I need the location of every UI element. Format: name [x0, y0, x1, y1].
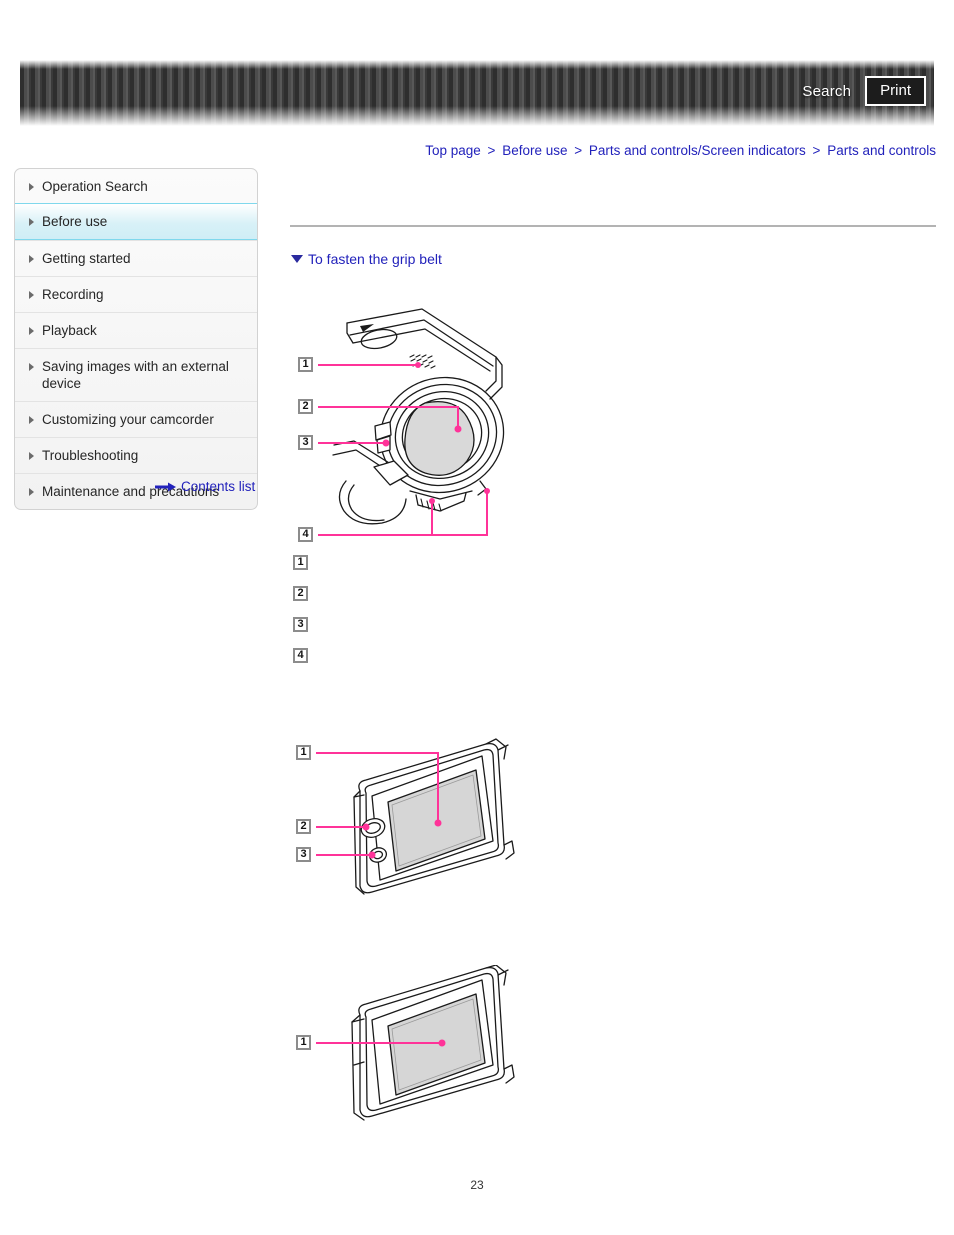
chevron-right-icon	[29, 255, 39, 263]
chevron-right-icon	[29, 183, 39, 191]
page-number: 23	[470, 1178, 484, 1192]
chevron-right-icon	[29, 327, 39, 335]
arrow-right-icon	[155, 482, 176, 491]
breadcrumb-item-parts-and-controls-screen-indicators[interactable]: Parts and controls/Screen indicators	[589, 143, 806, 158]
sidebar-item-label: Saving images with an external device	[42, 359, 229, 391]
sidebar-item-troubleshooting[interactable]: Troubleshooting	[15, 437, 257, 473]
sidebar-item-label: Getting started	[42, 251, 131, 266]
section-heading[interactable]: To fasten the grip belt	[291, 251, 442, 267]
figure-callout-badge-1: 1	[296, 745, 311, 760]
sidebar-item-label: Before use	[42, 214, 108, 229]
parts-list-item: 2	[293, 586, 893, 617]
breadcrumb-item-before-use[interactable]: Before use	[502, 143, 567, 158]
section-heading-label: To fasten the grip belt	[308, 251, 442, 267]
site-header: Search Print	[20, 60, 934, 126]
parts-list: 1 2 3 4	[293, 555, 893, 679]
breadcrumb-separator: >	[812, 143, 821, 158]
triangle-down-icon	[291, 255, 303, 263]
contents-list-link[interactable]: Contents list	[155, 479, 255, 494]
parts-list-badge-4: 4	[293, 648, 308, 663]
camcorder-lcd-open-illustration	[316, 738, 515, 895]
chevron-right-icon	[29, 488, 39, 496]
figure-callout-badge-4: 4	[298, 527, 313, 542]
sidebar-item-label: Troubleshooting	[42, 448, 139, 463]
camcorder-front-illustration	[318, 308, 505, 536]
search-link[interactable]: Search	[802, 84, 851, 99]
sidebar-navigation: Operation Search Before use Getting star…	[14, 168, 258, 510]
sidebar-item-label: Customizing your camcorder	[42, 412, 214, 427]
chevron-right-icon	[29, 291, 39, 299]
figure-callout-badge-3: 3	[296, 847, 311, 862]
figure-callout-badge-2: 2	[298, 399, 313, 414]
chevron-right-icon	[29, 452, 39, 460]
figure-callout-badge-2: 2	[296, 819, 311, 834]
breadcrumb: Top page > Before use > Parts and contro…	[290, 143, 936, 158]
parts-list-badge-2: 2	[293, 586, 308, 601]
parts-list-item: 1	[293, 555, 893, 586]
contents-list-label: Contents list	[181, 479, 256, 494]
sidebar-item-before-use[interactable]: Before use	[15, 203, 257, 240]
breadcrumb-item-parts-and-controls[interactable]: Parts and controls	[827, 143, 936, 158]
parts-list-item: 4	[293, 648, 893, 679]
camcorder-lcd-illustration	[316, 965, 515, 1121]
print-button[interactable]: Print	[865, 76, 926, 106]
figure-callout-badge-1: 1	[298, 357, 313, 372]
sidebar-item-saving-images-with-an-external-device[interactable]: Saving images with an external device	[15, 348, 257, 401]
sidebar-item-operation-search[interactable]: Operation Search	[15, 169, 257, 204]
chevron-right-icon	[29, 363, 39, 371]
figure-camcorder-lcd-panel: 1	[290, 965, 540, 1135]
chevron-right-icon	[29, 218, 39, 226]
header-actions: Search Print	[802, 76, 926, 106]
chevron-right-icon	[29, 416, 39, 424]
figure-callout-badge-3: 3	[298, 435, 313, 450]
breadcrumb-separator: >	[487, 143, 496, 158]
sidebar-item-label: Recording	[42, 287, 104, 302]
sidebar-item-label: Operation Search	[42, 179, 148, 194]
figure-camcorder-lcd-panel-open: 1 2 3	[290, 735, 540, 910]
sidebar-item-customizing-your-camcorder[interactable]: Customizing your camcorder	[15, 401, 257, 437]
breadcrumb-separator: >	[574, 143, 583, 158]
sidebar-item-recording[interactable]: Recording	[15, 276, 257, 312]
sidebar-item-label: Playback	[42, 323, 97, 338]
breadcrumb-item-top-page[interactable]: Top page	[425, 143, 481, 158]
content-divider	[290, 225, 936, 227]
parts-list-badge-3: 3	[293, 617, 308, 632]
header-stripe-pattern	[20, 60, 934, 126]
figure-camcorder-front-view: 1 2 3 4	[290, 295, 540, 560]
sidebar-item-getting-started[interactable]: Getting started	[15, 240, 257, 276]
sidebar-item-playback[interactable]: Playback	[15, 312, 257, 348]
figure-callout-badge-1: 1	[296, 1035, 311, 1050]
parts-list-item: 3	[293, 617, 893, 648]
parts-list-badge-1: 1	[293, 555, 308, 570]
